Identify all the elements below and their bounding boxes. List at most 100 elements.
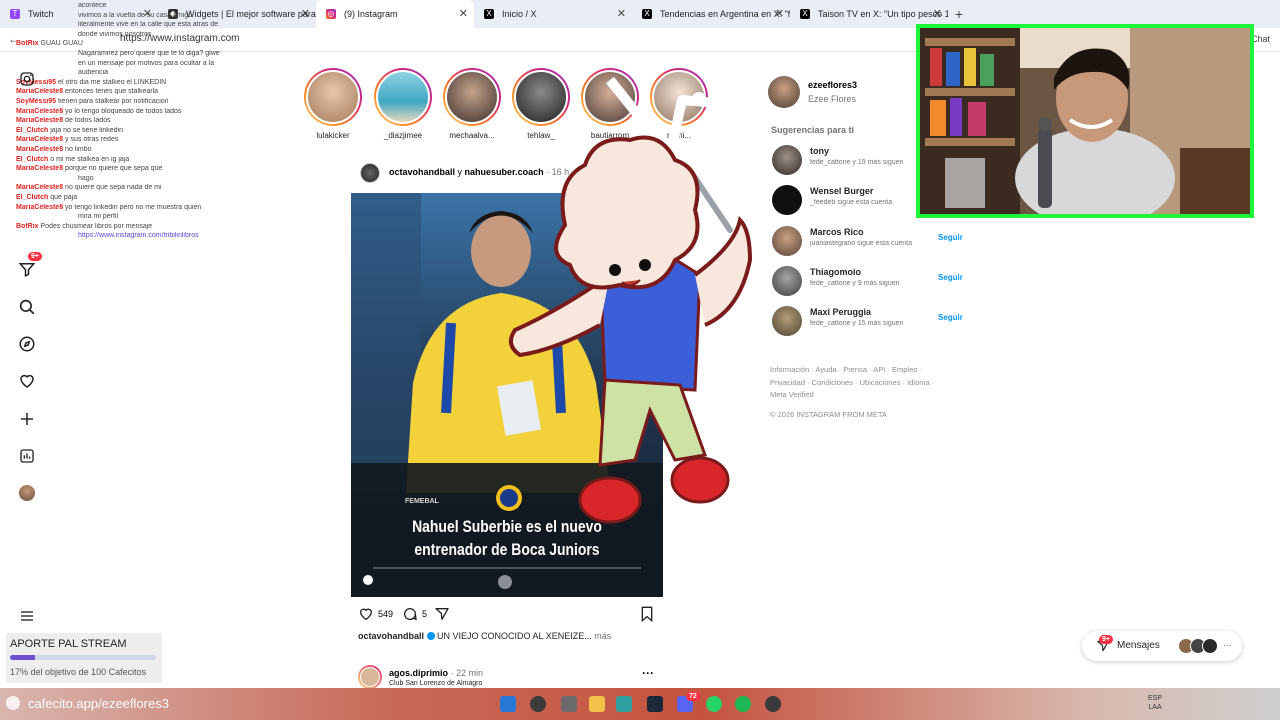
like-icon[interactable]: [358, 606, 374, 625]
chat-text: de todos lados: [65, 117, 111, 125]
tab-x-home[interactable]: X Inicio / X ✕: [474, 0, 632, 28]
lang-top: ESP: [1148, 695, 1163, 702]
x-icon: X: [484, 9, 494, 19]
story-item[interactable]: _diazjimee: [368, 68, 438, 140]
suggestion-avatar[interactable]: [772, 306, 802, 336]
suggestion-name[interactable]: Thiagomoio: [810, 267, 861, 277]
profile-avatar[interactable]: [16, 482, 38, 504]
chat-text: yo tengo linkedin pero no me muestra qui…: [65, 203, 202, 211]
story-item[interactable]: mechaalva...: [437, 68, 507, 140]
post-caption: octavohandball UN VIEJO CONOCIDO AL XENE…: [358, 631, 611, 641]
chat-message: hago: [78, 175, 338, 183]
suggestion-avatar[interactable]: [772, 145, 802, 175]
chat-text: el otro dia me stalkeo el LINKEDIN: [58, 78, 167, 86]
suggestion-subtitle: fede_cattone y 15 más siguen: [810, 320, 904, 327]
chat-message: vivimos a la vuelta de su casa amigo: [78, 12, 338, 20]
chat-text: yo lo tengo bloqueado de todos lados: [65, 107, 182, 115]
suggestion-avatar[interactable]: [772, 185, 802, 215]
user-username[interactable]: ezeeflores3: [808, 80, 857, 90]
close-tab-icon[interactable]: ✕: [775, 0, 784, 28]
caption-user[interactable]: octavohandball: [358, 631, 424, 641]
chat-message: donde vivimos nosotros.: [78, 31, 338, 39]
suggestion-subtitle: juaniastegiano sigue esta cuenta: [810, 240, 912, 247]
follow-button[interactable]: Seguir: [938, 233, 963, 242]
follow-button[interactable]: Seguir: [938, 313, 963, 322]
suggestion-avatar[interactable]: [772, 226, 802, 256]
current-user[interactable]: ezeeflores3 Ezee Flores: [768, 75, 938, 109]
lang-bottom: LAA: [1148, 704, 1162, 711]
caption-text: UN VIEJO CONOCIDO AL XENEIZE...: [437, 631, 592, 641]
tab-title: Taison TV en X: "Un tipo pesco 10: [818, 9, 948, 19]
chat-message: MariaCeleste8 no limbo: [16, 146, 276, 154]
reels-icon[interactable]: 9+: [16, 252, 42, 280]
caption-more[interactable]: más: [594, 631, 611, 641]
footer-links-2[interactable]: Privacidad · Condiciones · Ubicaciones ·…: [770, 377, 950, 390]
chat-message: MariaCeleste8 y sus otras redes: [16, 136, 276, 144]
cafecito-link[interactable]: cafecito.app/ezeeflores3: [6, 691, 169, 717]
footer-links-3[interactable]: Meta Verified: [770, 389, 950, 402]
suggestion-name[interactable]: Maxi Peruggia: [810, 307, 871, 317]
whatsapp-icon[interactable]: [706, 696, 722, 712]
author-avatar[interactable]: [360, 163, 380, 183]
chat-text: no quiere que sepa nada de mi: [65, 184, 162, 192]
more-options-icon[interactable]: ···: [642, 666, 654, 680]
x-icon: X: [800, 9, 810, 19]
menu-icon[interactable]: [16, 605, 38, 627]
dashboard-icon[interactable]: [16, 445, 38, 467]
post2-author[interactable]: agos.diprimio: [389, 668, 448, 678]
author-avatar[interactable]: [358, 665, 382, 689]
tab-instagram[interactable]: ◎ (9) Instagram ✕: [316, 0, 474, 28]
save-icon[interactable]: [640, 606, 654, 625]
chat-message: MariaCeleste8 entonces tenes que stalkea…: [16, 88, 276, 96]
post2-location[interactable]: Club San Lorenzo de Almagro: [389, 680, 482, 687]
comment-icon[interactable]: [402, 606, 418, 625]
chat-message: https://www.instagram.com/tribilinlibros: [78, 232, 338, 240]
chat-message: MariaCeleste8 yo tengo linkedin pero no …: [16, 204, 276, 212]
explore-icon[interactable]: [16, 333, 38, 355]
suggestion-name[interactable]: Marcos Rico: [810, 227, 864, 237]
chat-text: en un mensaje por motivos para ocultar a…: [78, 59, 215, 67]
post-author[interactable]: octavohandball: [389, 167, 455, 177]
taskbar: cafecito.app/ezeeflores3 72 ESP LAA: [0, 688, 1280, 720]
spotify-icon[interactable]: [735, 696, 751, 712]
search-icon[interactable]: [16, 296, 38, 318]
post-category: FEMEBAL: [405, 498, 439, 505]
chat-message: El_Clutch o mi me stalkea en ig jaja: [16, 156, 276, 164]
follow-button[interactable]: Seguir: [938, 273, 963, 282]
story-item[interactable]: lulakicker: [298, 68, 368, 140]
suggestion-name[interactable]: tony: [810, 146, 829, 156]
chat-message: BotRix Podes chusmear libros por mensaje: [16, 223, 276, 231]
chat-message: literalmente vive en la calle que esta a…: [78, 21, 338, 29]
footer-links-1[interactable]: Información · Ayuda · Prensa · API · Emp…: [770, 364, 950, 377]
start-icon[interactable]: [500, 696, 516, 712]
messages-more: ...: [1223, 638, 1232, 649]
chat-text: literalmente vive en la calle que esta a…: [78, 21, 219, 29]
close-tab-icon[interactable]: ✕: [459, 0, 468, 28]
search-icon[interactable]: [530, 696, 546, 712]
instagram-left-nav: 9+: [0, 52, 54, 682]
language-indicator[interactable]: ESP LAA: [1148, 694, 1162, 712]
share-icon[interactable]: [434, 606, 450, 625]
create-icon[interactable]: [16, 408, 38, 430]
chat-text: que paja: [50, 194, 78, 201]
chat-username[interactable]: BotRix: [16, 40, 39, 47]
task-view-icon[interactable]: [561, 696, 577, 712]
close-tab-icon[interactable]: ✕: [617, 0, 626, 28]
messages-badge: 9+: [1099, 635, 1113, 644]
suggestion-name[interactable]: Wensel Burger: [810, 186, 873, 196]
suggestion-avatar[interactable]: [772, 266, 802, 296]
user-avatar[interactable]: [768, 76, 800, 108]
chat-text: vivimos a la vuelta de su casa amigo: [78, 11, 192, 19]
file-explorer-icon[interactable]: [589, 696, 605, 712]
messages-button[interactable]: 9+ Mensajes ...: [1082, 631, 1242, 661]
comment-count: 5: [422, 609, 428, 619]
heart-icon[interactable]: [16, 370, 38, 392]
tab-x-trends[interactable]: X Tendencias en Argentina en X: "fi ✕: [632, 0, 790, 28]
author-joiner: y: [457, 167, 463, 177]
browser-icon[interactable]: [616, 696, 632, 712]
steam-icon[interactable]: [647, 696, 663, 712]
chat-text: porque no quiere que sepa que: [65, 165, 163, 173]
app-icon[interactable]: [765, 696, 781, 712]
cafecito-url: cafecito.app/ezeeflores3: [28, 696, 169, 711]
instagram-icon[interactable]: [16, 68, 38, 90]
